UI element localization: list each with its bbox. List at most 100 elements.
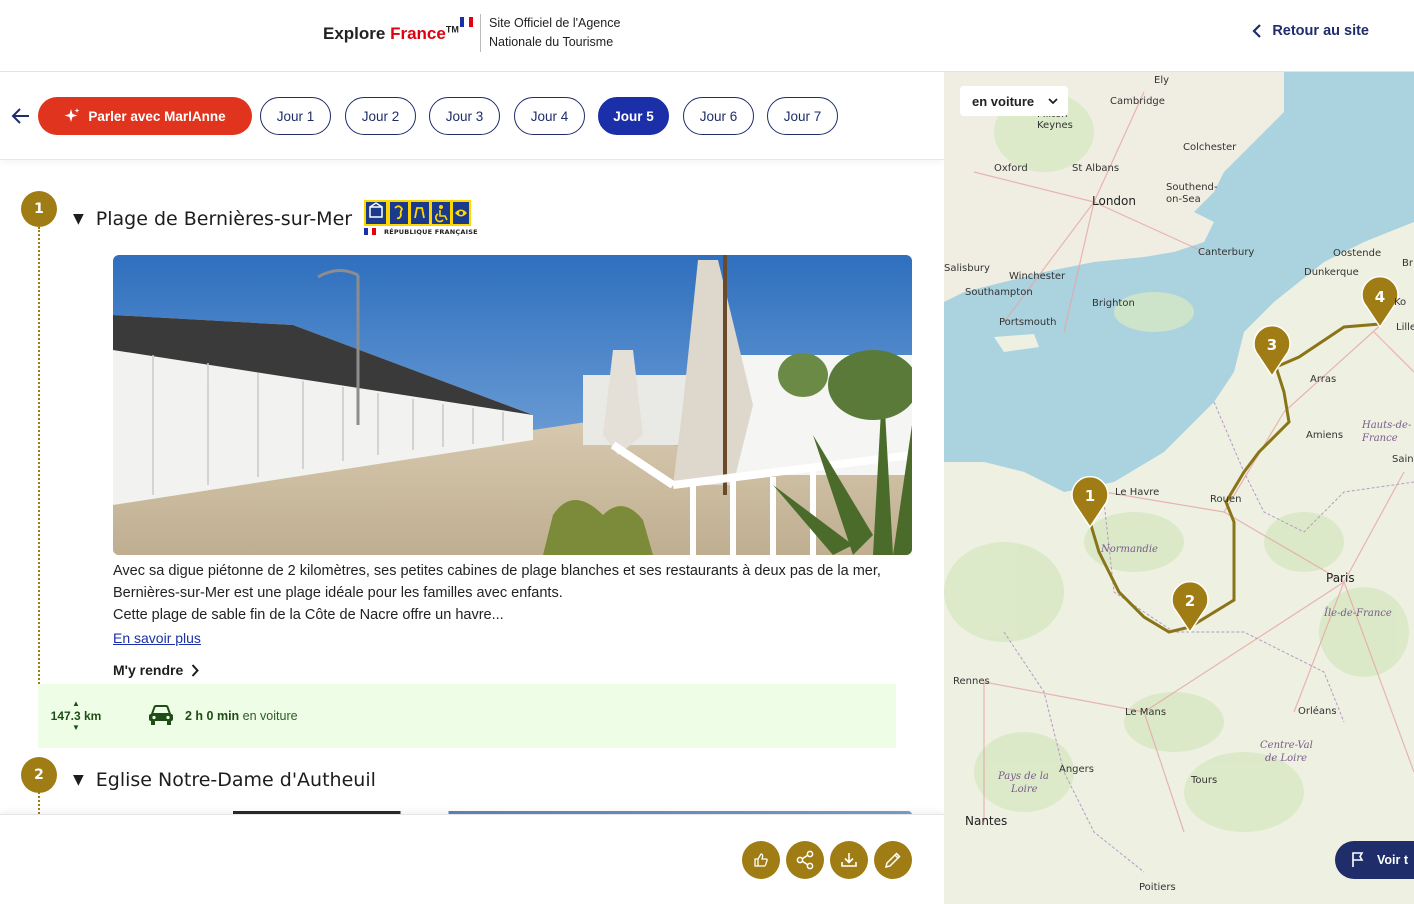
tab-jour-7[interactable]: Jour 7 <box>767 97 838 135</box>
logo-divider <box>480 14 481 52</box>
map-city-label: France <box>1362 433 1398 444</box>
map-city-label: Rouen <box>1210 494 1242 505</box>
map-city-label: Paris <box>1326 571 1355 585</box>
map-city-label: Angers <box>1059 764 1094 775</box>
download-button[interactable] <box>830 841 868 879</box>
timeline-line <box>38 227 40 687</box>
map-city-label: Amiens <box>1306 430 1344 441</box>
map-city-label: Île-de-France <box>1324 608 1392 619</box>
map-city-label: Nantes <box>965 814 1008 828</box>
map-city-label: Poitiers <box>1139 882 1176 893</box>
tab-jour-5[interactable]: Jour 5 <box>598 97 669 135</box>
map-city-label: Portsmouth <box>999 317 1057 328</box>
step-title-row[interactable]: ▼ Eglise Notre-Dame d'Autheuil <box>73 769 376 791</box>
back-to-site-link[interactable]: Retour au site <box>1252 23 1369 39</box>
arrow-down-icon[interactable]: ▼ <box>50 722 102 734</box>
tab-jour-2[interactable]: Jour 2 <box>345 97 416 135</box>
voir-label: Voir t <box>1377 853 1409 867</box>
map-city-label: Salisbury <box>944 263 990 274</box>
learn-more-link[interactable]: En savoir plus <box>113 630 201 646</box>
republique-francaise-text: RÉPUBLIQUE FRANÇAISE <box>384 228 478 236</box>
map-city-label: Pays de la <box>998 771 1049 782</box>
sparkle-icon <box>64 108 80 122</box>
map-city-label: Normandie <box>1101 544 1158 555</box>
edit-button[interactable] <box>874 841 912 879</box>
map-city-label: London <box>1092 194 1136 208</box>
map-marker-label: 2 <box>1184 592 1196 610</box>
map-city-label: St Albans <box>1072 163 1120 174</box>
distance-stepper[interactable]: ▲ 147.3 km ▼ <box>50 698 102 734</box>
site-header: Explore FranceTM Site Officiel de l'Agen… <box>0 0 1414 72</box>
like-button[interactable] <box>742 841 780 879</box>
map-marker-label: 1 <box>1084 487 1096 505</box>
map-city-label: Southampton <box>965 287 1033 298</box>
agency-text: Site Officiel de l'Agence Nationale du T… <box>489 14 620 52</box>
map-city-label: de Loire <box>1265 753 1308 764</box>
beach-cabins-photo <box>113 255 912 555</box>
route-mode: en voiture <box>242 709 298 723</box>
tab-jour-3[interactable]: Jour 3 <box>429 97 500 135</box>
share-button[interactable] <box>786 841 824 879</box>
french-flag-icon <box>460 17 473 27</box>
map-city-label: Winchester <box>1009 271 1066 282</box>
tab-jour-1[interactable]: Jour 1 <box>260 97 331 135</box>
map-city-label: Oxford <box>994 163 1028 174</box>
description-paragraph-2: Cette plage de sable fin de la Côte de N… <box>113 607 504 623</box>
map-city-label: Dunkerque <box>1304 267 1359 278</box>
map-city-label: Loire <box>1011 784 1038 795</box>
map-city-label: Southend- <box>1166 182 1218 193</box>
car-icon <box>149 705 173 725</box>
map-city-label: Arras <box>1310 374 1337 385</box>
talk-marianne-button[interactable]: Parler avec MarIAnne <box>38 97 252 135</box>
map-city-label: Keynes <box>1037 120 1073 131</box>
route-map[interactable]: 1 2 3 4 ElyCambridgeMiltonKeynesColchest… <box>944 72 1414 904</box>
map-marker-label: 3 <box>1266 336 1278 354</box>
route-distance: 147.3 km <box>50 709 102 723</box>
step-title-row[interactable]: ▼ Plage de Bernières-sur-Mer <box>73 208 352 230</box>
map-city-label: Hauts-de- <box>1362 420 1412 431</box>
travel-mode-value: en voiture <box>972 93 1035 109</box>
step-number-badge: 1 <box>21 191 57 227</box>
share-icon <box>796 850 814 870</box>
route-duration: 2 h 0 min en voiture <box>185 709 298 723</box>
voir-button[interactable]: Voir t <box>1335 841 1414 879</box>
back-arrow-icon[interactable] <box>10 105 32 127</box>
logo-main-text: Explore <box>323 24 386 43</box>
accessibility-label-badge: RÉPUBLIQUE FRANÇAISE <box>364 200 478 238</box>
thumbs-up-icon <box>754 853 768 867</box>
map-marker-label: 4 <box>1374 288 1386 306</box>
day-toolbar: Parler avec MarIAnne Jour 1 Jour 2 Jour … <box>0 72 944 160</box>
description-paragraph-1: Avec sa digue piétonne de 2 kilomètres, … <box>113 563 881 601</box>
route-duration-value: 2 h 0 min <box>185 709 240 723</box>
map-city-label: Le Mans <box>1125 707 1167 718</box>
directions-label: M'y rendre <box>113 662 184 678</box>
travel-mode-select[interactable]: en voiture <box>960 86 1068 116</box>
collapse-triangle-icon[interactable]: ▼ <box>73 772 84 788</box>
agency-line-2: Nationale du Tourisme <box>489 35 614 49</box>
logo-accent-text: France <box>390 24 446 43</box>
tab-jour-6[interactable]: Jour 6 <box>683 97 754 135</box>
chevron-down-icon <box>1048 97 1058 104</box>
chevron-right-icon <box>192 663 200 677</box>
map-city-label: Cambridge <box>1110 96 1165 107</box>
map-city-label: Oostende <box>1333 248 1382 259</box>
flag-icon <box>1352 852 1364 867</box>
map-city-label: Le Havre <box>1115 487 1160 498</box>
map-city-label: Colchester <box>1183 142 1237 153</box>
step-description: Avec sa digue piétonne de 2 kilomètres, … <box>113 560 913 626</box>
marianne-label: Parler avec MarIAnne <box>88 108 226 124</box>
map-city-label: Orléans <box>1298 706 1337 717</box>
collapse-triangle-icon[interactable]: ▼ <box>73 211 84 227</box>
explore-france-logo[interactable]: Explore FranceTM <box>323 24 459 44</box>
map-city-label: Centre-Val <box>1260 740 1313 751</box>
tab-jour-4[interactable]: Jour 4 <box>514 97 585 135</box>
agency-line-1: Site Officiel de l'Agence <box>489 16 621 30</box>
map-city-label: Brighton <box>1092 298 1135 309</box>
itinerary-panel: Parler avec MarIAnne Jour 1 Jour 2 Jour … <box>0 72 944 904</box>
step-title: Plage de Bernières-sur-Mer <box>95 208 353 230</box>
step-title: Eglise Notre-Dame d'Autheuil <box>95 769 376 791</box>
map-city-label: Rennes <box>953 676 990 687</box>
map-city-label: Canterbury <box>1198 247 1255 258</box>
step-number-badge: 2 <box>21 757 57 793</box>
directions-link[interactable]: M'y rendre <box>113 662 200 678</box>
